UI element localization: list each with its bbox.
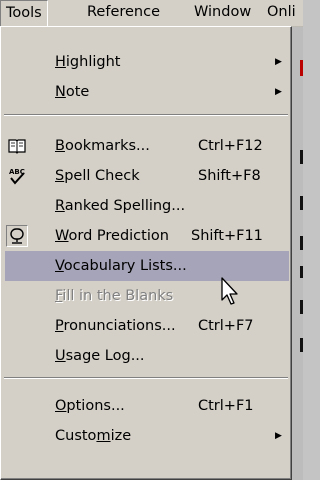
menu-item-label: Customize bbox=[55, 428, 132, 444]
menu-separator bbox=[4, 377, 288, 379]
menu-item-word-prediction[interactable]: Word Prediction Shift+F11 bbox=[5, 221, 289, 251]
word-prediction-icon bbox=[6, 225, 28, 247]
background-mark bbox=[300, 150, 303, 164]
menu-item-options[interactable]: Options... Ctrl+F1 bbox=[5, 391, 289, 421]
menu-item-label: Spell Check bbox=[55, 168, 140, 184]
menu-item-label: Options... bbox=[55, 398, 125, 414]
menu-item-bookmarks[interactable]: Bookmarks... Ctrl+F12 bbox=[5, 131, 289, 161]
menu-item-label: Fill in the Blanks bbox=[55, 288, 174, 304]
menu-item-label: Word Prediction bbox=[55, 228, 169, 244]
menu-item-label: Note bbox=[55, 84, 90, 100]
menu-reference[interactable]: Reference bbox=[82, 0, 165, 26]
menu-item-label: Highlight bbox=[55, 54, 121, 70]
menu-item-label: Bookmarks... bbox=[55, 138, 150, 154]
menu-separator bbox=[4, 114, 288, 116]
menu-item-label: Ranked Spelling... bbox=[55, 198, 186, 214]
background-mark bbox=[300, 236, 303, 250]
menu-item-shortcut: Ctrl+F7 bbox=[198, 318, 254, 334]
submenu-arrow-icon: ▶ bbox=[275, 87, 282, 97]
background-mark bbox=[300, 338, 303, 352]
background-document-edge bbox=[292, 27, 303, 480]
menu-item-fill-in-the-blanks: Fill in the Blanks bbox=[5, 281, 289, 311]
menu-item-shortcut: Shift+F11 bbox=[191, 228, 263, 244]
menu-item-shortcut: Ctrl+F1 bbox=[198, 398, 254, 414]
spellcheck-icon: ABC bbox=[9, 168, 25, 185]
background-mark bbox=[300, 60, 303, 76]
menu-item-spell-check[interactable]: ABC Spell Check Shift+F8 bbox=[5, 161, 289, 191]
menu-item-customize[interactable]: Customize ▶ bbox=[5, 421, 289, 451]
background-mark bbox=[300, 266, 303, 278]
tools-menu: Highlight ▶ Note ▶ Bookmarks... Ctrl+F12… bbox=[0, 26, 292, 480]
menu-online-label: Onli bbox=[267, 4, 296, 20]
menu-item-note[interactable]: Note ▶ bbox=[5, 77, 289, 107]
menu-item-label: Usage Log... bbox=[55, 348, 145, 364]
background-mark bbox=[300, 300, 303, 314]
menu-online[interactable]: Onli bbox=[262, 0, 301, 26]
menu-bar: Tools Reference Window Onli bbox=[0, 0, 303, 27]
menu-item-label: Pronunciations... bbox=[55, 318, 176, 334]
background-mark bbox=[300, 196, 303, 210]
menu-item-vocabulary-lists[interactable]: Vocabulary Lists... bbox=[5, 251, 289, 281]
menu-item-pronunciations[interactable]: Pronunciations... Ctrl+F7 bbox=[5, 311, 289, 341]
menu-item-usage-log[interactable]: Usage Log... bbox=[5, 341, 289, 371]
menu-item-label: Vocabulary Lists... bbox=[55, 258, 187, 274]
menu-window[interactable]: Window bbox=[189, 0, 256, 26]
submenu-arrow-icon: ▶ bbox=[275, 431, 282, 441]
mouse-pointer-icon bbox=[221, 277, 238, 305]
submenu-arrow-icon: ▶ bbox=[275, 57, 282, 67]
menu-tools[interactable]: Tools bbox=[0, 0, 48, 26]
menu-item-highlight[interactable]: Highlight ▶ bbox=[5, 47, 289, 77]
menu-tools-label: Tools bbox=[6, 5, 42, 21]
menu-item-shortcut: Ctrl+F12 bbox=[198, 138, 263, 154]
menu-window-label: Window bbox=[194, 4, 252, 20]
book-icon bbox=[8, 139, 26, 154]
menu-reference-label: Reference bbox=[87, 4, 161, 20]
menu-item-ranked-spelling[interactable]: Ranked Spelling... bbox=[5, 191, 289, 221]
menu-item-shortcut: Shift+F8 bbox=[198, 168, 261, 184]
